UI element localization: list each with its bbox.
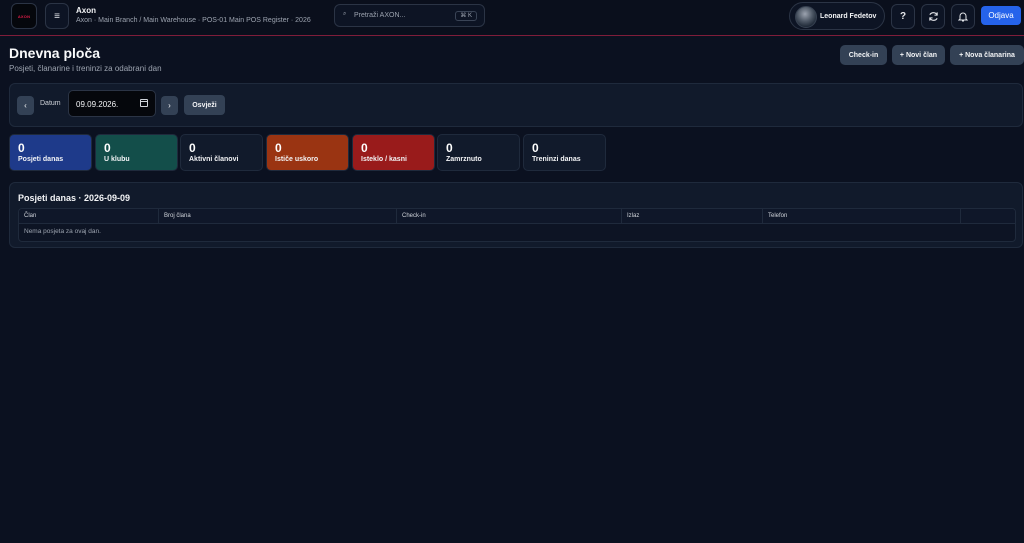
- stat-label: Isteklo / kasni: [361, 156, 407, 163]
- prev-day-button[interactable]: ‹: [17, 96, 34, 115]
- stat-label: U klubu: [104, 156, 130, 163]
- column-header[interactable]: Član: [19, 209, 159, 224]
- search-placeholder: Pretraži AXON...: [354, 12, 406, 19]
- stat-card[interactable]: 0 Ističe uskoro: [266, 134, 349, 171]
- search-input[interactable]: ⌕ Pretraži AXON... ⌘ K: [334, 4, 485, 27]
- stat-card[interactable]: 0 U klubu: [95, 134, 178, 171]
- column-header[interactable]: Check-in: [397, 209, 622, 224]
- stat-value: 0: [189, 141, 196, 155]
- refresh-button[interactable]: Osvježi: [184, 95, 225, 115]
- stat-card[interactable]: 0 Treninzi danas: [523, 134, 606, 171]
- stat-label: Zamrznuto: [446, 156, 482, 163]
- visits-title: Posjeti danas · 2026-09-09: [18, 193, 131, 203]
- stat-value: 0: [446, 141, 453, 155]
- column-header[interactable]: Telefon: [763, 209, 961, 224]
- column-header[interactable]: Izlaz: [622, 209, 763, 224]
- breadcrumb: Axon · Main Branch / Main Warehouse · PO…: [76, 17, 311, 24]
- stat-value: 0: [104, 141, 111, 155]
- help-button[interactable]: ?: [891, 4, 915, 29]
- date-input[interactable]: 09.09.2026.: [68, 90, 156, 117]
- notifications-button[interactable]: [951, 4, 975, 29]
- sync-button[interactable]: [921, 4, 945, 29]
- stat-label: Treninzi danas: [532, 156, 581, 163]
- visits-panel: Posjeti danas · 2026-09-09 Član Broj čla…: [9, 182, 1023, 248]
- help-icon: ?: [899, 11, 907, 22]
- app-logo[interactable]: AXON: [11, 3, 37, 29]
- visits-table: Član Broj člana Check-in Izlaz Telefon N…: [18, 208, 1016, 242]
- bell-icon: [958, 12, 968, 22]
- column-header: [961, 209, 1015, 224]
- stat-label: Ističe uskoro: [275, 156, 319, 163]
- date-label: Datum: [40, 100, 61, 107]
- stat-card[interactable]: 0 Zamrznuto: [437, 134, 520, 171]
- date-value: 09.09.2026.: [76, 100, 119, 109]
- column-header[interactable]: Broj člana: [159, 209, 397, 224]
- avatar: [795, 6, 817, 28]
- page-subtitle: Posjeti, članarine i treninzi za odabran…: [9, 64, 162, 73]
- date-filter-panel: ‹ Datum 09.09.2026. › Osvježi: [9, 83, 1023, 127]
- menu-button[interactable]: ≡: [45, 3, 69, 29]
- logout-button[interactable]: Odjava: [981, 6, 1021, 25]
- user-name: Leonard Fedetov: [820, 13, 877, 20]
- app-title: Axon: [76, 6, 96, 15]
- stat-value: 0: [361, 141, 368, 155]
- calendar-icon[interactable]: [140, 99, 148, 107]
- stat-label: Posjeti danas: [18, 156, 64, 163]
- hamburger-icon: ≡: [54, 10, 60, 22]
- top-bar: AXON ≡ Axon Axon · Main Branch / Main Wa…: [0, 0, 1024, 36]
- stat-card[interactable]: 0 Posjeti danas: [9, 134, 92, 171]
- empty-state: Nema posjeta za ovaj dan.: [24, 228, 101, 235]
- user-menu[interactable]: Leonard Fedetov: [789, 2, 885, 30]
- stat-value: 0: [18, 141, 25, 155]
- table-header: Član Broj člana Check-in Izlaz Telefon: [19, 209, 1015, 224]
- stat-label: Aktivni članovi: [189, 156, 239, 163]
- stat-card[interactable]: 0 Aktivni članovi: [180, 134, 263, 171]
- stat-value: 0: [532, 141, 539, 155]
- refresh-icon: [928, 12, 938, 21]
- stat-card[interactable]: 0 Isteklo / kasni: [352, 134, 435, 171]
- search-shortcut: ⌘ K: [455, 11, 477, 21]
- new-member-button[interactable]: + Novi član: [892, 45, 945, 65]
- page-title: Dnevna ploča: [9, 45, 101, 61]
- next-day-button[interactable]: ›: [161, 96, 178, 115]
- logo-text: AXON: [17, 13, 31, 19]
- checkin-button[interactable]: Check-in: [840, 45, 887, 65]
- new-membership-button[interactable]: + Nova članarina: [950, 45, 1024, 65]
- search-icon: ⌕: [343, 11, 347, 17]
- stat-value: 0: [275, 141, 282, 155]
